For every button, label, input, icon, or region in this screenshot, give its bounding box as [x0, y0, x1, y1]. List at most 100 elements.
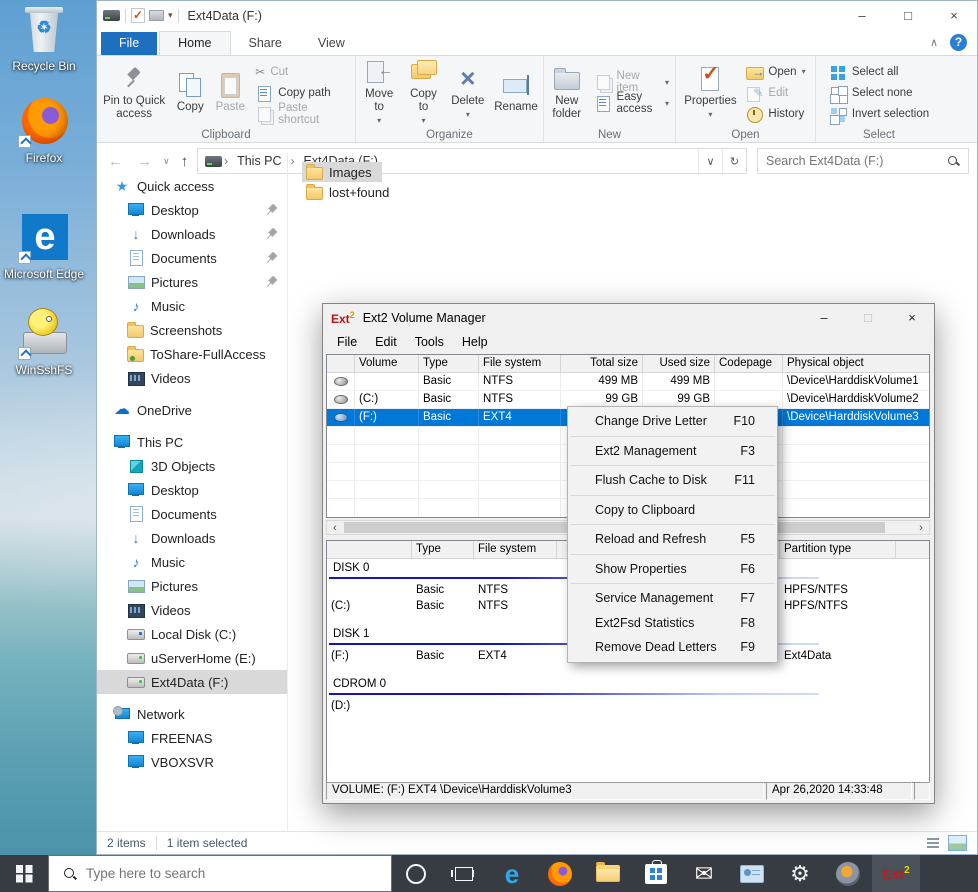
sidebar-item-music-pc[interactable]: ♪Music: [97, 550, 287, 574]
open-button[interactable]: Open ▾: [741, 61, 809, 82]
sidebar-item-documents[interactable]: Documents: [97, 246, 287, 270]
sidebar-item-downloads[interactable]: ↓Downloads: [97, 222, 287, 246]
sidebar-item-videos-pc[interactable]: Videos: [97, 598, 287, 622]
taskbar-ext2-button[interactable]: Ext2: [872, 855, 920, 892]
details-view-icon[interactable]: [925, 835, 942, 850]
taskbar-search-input[interactable]: [86, 866, 391, 881]
paste-shortcut-button[interactable]: Paste shortcut: [251, 103, 353, 124]
taskbar-contact-button[interactable]: [728, 855, 776, 892]
pin-to-quick-access-button[interactable]: Pin to Quick access: [99, 62, 169, 124]
desktop-icon-recycle-bin[interactable]: ♻ Recycle Bin: [2, 4, 86, 73]
new-item-button[interactable]: New item ▾: [590, 72, 673, 93]
sidebar-item-desktop-pc[interactable]: Desktop: [97, 478, 287, 502]
sidebar-item-freenas[interactable]: FREENAS: [97, 726, 287, 750]
column-header-volume[interactable]: Volume: [355, 355, 419, 372]
thumbnails-view-icon[interactable]: [948, 835, 967, 851]
column-header-codepage[interactable]: Codepage: [715, 355, 783, 372]
menu-item-reload-and-refresh[interactable]: Reload and RefreshF5: [568, 527, 777, 552]
column-header-physical-object[interactable]: Physical object: [783, 355, 929, 372]
desktop-icon-microsoft-edge[interactable]: e Microsoft Edge: [2, 212, 86, 281]
invert-selection-button[interactable]: Invert selection: [825, 103, 933, 124]
sidebar-item-downloads-pc[interactable]: ↓Downloads: [97, 526, 287, 550]
resize-grip[interactable]: [914, 782, 930, 800]
sidebar-item-music[interactable]: ♪Music: [97, 294, 287, 318]
partition-row[interactable]: (D:): [327, 698, 929, 714]
copy-button[interactable]: Copy: [171, 68, 209, 117]
desktop-icon-winsshfs[interactable]: WinSshFS: [2, 308, 86, 377]
scroll-right-icon[interactable]: ›: [913, 522, 929, 534]
cut-button[interactable]: ✂ Cut: [251, 61, 353, 82]
taskbar-edge-button[interactable]: e: [488, 855, 536, 892]
copy-path-button[interactable]: Copy path: [251, 82, 353, 103]
menu-item-ext2-management[interactable]: Ext2 ManagementF3: [568, 439, 777, 464]
menu-help[interactable]: Help: [454, 333, 496, 351]
menu-item-service-management[interactable]: Service ManagementF7: [568, 586, 777, 611]
tab-view[interactable]: View: [300, 32, 363, 55]
sidebar-item-local-disk-c[interactable]: Local Disk (C:): [97, 622, 287, 646]
column-header-total-size[interactable]: Total size: [561, 355, 643, 372]
sidebar-item-ext4data-f[interactable]: Ext4Data (F:): [97, 670, 287, 694]
sidebar-item-screenshots[interactable]: Screenshots: [97, 318, 287, 342]
scroll-left-icon[interactable]: ‹: [327, 522, 343, 534]
copy-to-button[interactable]: Copy to ▾: [402, 55, 444, 130]
minimize-button[interactable]: –: [839, 1, 885, 30]
taskbar-round-app-button[interactable]: [824, 855, 872, 892]
task-view-button[interactable]: [440, 855, 488, 892]
menu-item-change-drive-letter[interactable]: Change Drive LetterF10: [568, 409, 777, 434]
new-folder-button[interactable]: New folder: [546, 62, 588, 124]
menu-file[interactable]: File: [329, 333, 365, 351]
maximize-button[interactable]: □: [846, 304, 890, 331]
file-item-images[interactable]: Images: [302, 162, 382, 182]
column-header-file-system[interactable]: File system: [474, 541, 557, 558]
sidebar-item-network[interactable]: Network: [97, 702, 287, 726]
column-header-used-size[interactable]: Used size: [643, 355, 715, 372]
maximize-button[interactable]: □: [885, 1, 931, 30]
select-all-button[interactable]: Select all: [825, 61, 933, 82]
menu-item-remove-dead-letters[interactable]: Remove Dead LettersF9: [568, 635, 777, 660]
sidebar-item-3d-objects[interactable]: 3D Objects: [97, 454, 287, 478]
properties-button[interactable]: Properties ▾: [681, 62, 739, 124]
sidebar-item-vboxsvr[interactable]: VBOXSVR: [97, 750, 287, 774]
qat-properties-button[interactable]: ✓: [131, 8, 145, 23]
taskbar-firefox-button[interactable]: [536, 855, 584, 892]
tab-file[interactable]: File: [101, 32, 157, 55]
sidebar-item-desktop[interactable]: Desktop: [97, 198, 287, 222]
qat-new-folder-button[interactable]: [149, 10, 164, 21]
collapse-ribbon-icon[interactable]: ∧: [930, 36, 938, 49]
column-header-type[interactable]: Type: [412, 541, 474, 558]
sidebar-item-documents-pc[interactable]: Documents: [97, 502, 287, 526]
taskbar-search[interactable]: [48, 855, 392, 892]
menu-edit[interactable]: Edit: [367, 333, 405, 351]
menu-item-ext2fsd-statistics[interactable]: Ext2Fsd StatisticsF8: [568, 611, 777, 636]
taskbar-settings-button[interactable]: ⚙: [776, 855, 824, 892]
menu-tools[interactable]: Tools: [407, 333, 452, 351]
sidebar-item-videos[interactable]: Videos: [97, 366, 287, 390]
select-none-button[interactable]: Select none: [825, 82, 933, 103]
qat-customize-chevron-icon[interactable]: ▾: [168, 10, 173, 21]
help-icon[interactable]: ?: [950, 34, 967, 51]
file-item-lost-found[interactable]: lost+found: [302, 182, 399, 202]
sidebar-item-onedrive[interactable]: ☁OneDrive: [97, 398, 287, 422]
move-to-button[interactable]: Move to ▾: [358, 55, 400, 130]
tab-home[interactable]: Home: [159, 31, 230, 55]
taskbar-file-explorer-button[interactable]: [584, 855, 632, 892]
column-header-type[interactable]: Type: [419, 355, 479, 372]
menu-item-flush-cache-to-disk[interactable]: Flush Cache to DiskF11: [568, 468, 777, 493]
sidebar-item-toshare-fullaccess[interactable]: ToShare-FullAccess: [97, 342, 287, 366]
easy-access-button[interactable]: Easy access ▾: [590, 93, 673, 114]
sidebar-item-this-pc[interactable]: This PC: [97, 430, 287, 454]
column-header-partition-type[interactable]: Partition type: [780, 541, 896, 558]
volume-row[interactable]: Basic NTFS 499 MB 499 MB \Device\Harddis…: [327, 373, 929, 391]
sidebar-item-pictures[interactable]: Pictures: [97, 270, 287, 294]
paste-button[interactable]: Paste: [211, 68, 249, 117]
minimize-button[interactable]: –: [802, 304, 846, 331]
sidebar-item-quick-access[interactable]: ★Quick access: [97, 174, 287, 198]
delete-button[interactable]: × Delete ▾: [447, 62, 489, 124]
sidebar-item-userverhome-e[interactable]: uServerHome (E:): [97, 646, 287, 670]
taskbar-store-button[interactable]: [632, 855, 680, 892]
menu-item-copy-to-clipboard[interactable]: Copy to Clipboard: [568, 498, 777, 523]
column-header-file-system[interactable]: File system: [479, 355, 561, 372]
close-button[interactable]: ×: [931, 1, 977, 30]
close-button[interactable]: ×: [890, 304, 934, 331]
edit-button[interactable]: ✎ Edit: [741, 82, 809, 103]
